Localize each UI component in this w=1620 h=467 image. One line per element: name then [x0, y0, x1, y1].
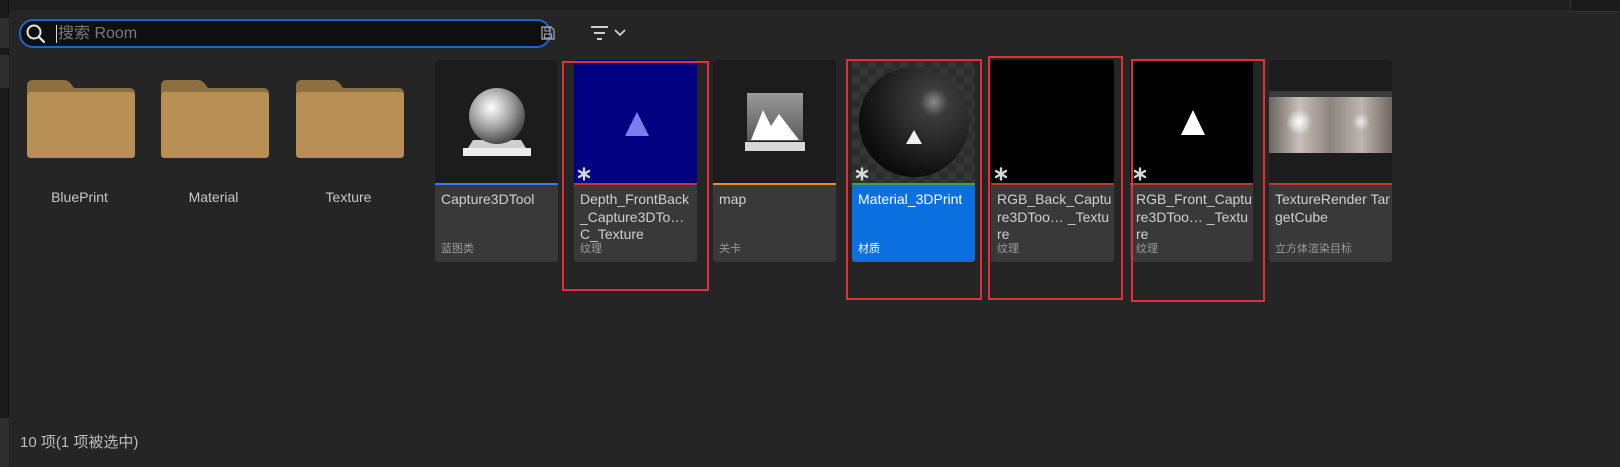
asset-type-bar — [713, 183, 836, 185]
asset-type-bar — [435, 183, 558, 185]
status-item-count: 10 项(1 项被选中) — [20, 434, 139, 451]
asset-type-bar — [991, 183, 1114, 185]
asset-type: 材质 — [858, 243, 880, 255]
asset-type: 纹理 — [1136, 243, 1158, 255]
folder-label: BluePrint — [51, 189, 108, 205]
asset-tile-rgb-front-texture[interactable]: RGB_Front_Capture3DToo… _Texture 纹理 — [1130, 60, 1253, 262]
folder-icon — [296, 80, 404, 158]
asset-type: 纹理 — [580, 243, 602, 255]
triangle-icon — [625, 112, 649, 136]
folder-icon — [161, 80, 269, 158]
left-strip-segment — [0, 55, 9, 88]
search-icon — [25, 23, 47, 45]
modified-star-icon — [1133, 167, 1147, 181]
left-edge-strip — [0, 0, 9, 467]
asset-tile-capture3dtool[interactable]: Capture3DTool 蓝图类 — [435, 60, 558, 262]
asset-tile-depth-texture[interactable]: Depth_FrontBack_Capture3DTo… C_Texture 纹… — [574, 60, 697, 262]
asset-name: RGB_Front_Capture3DToo… _Texture — [1136, 191, 1252, 242]
asset-type-bar — [574, 183, 697, 185]
filter-icon — [591, 26, 608, 40]
triangle-icon — [1181, 110, 1205, 135]
asset-tile-rgb-back-texture[interactable]: RGB_Back_Capture3DToo… _Texture 纹理 — [991, 60, 1114, 262]
asset-name: Depth_FrontBack_Capture3DTo… C_Texture — [580, 191, 689, 242]
blueprint-sphere-icon — [463, 88, 531, 156]
top-border — [9, 0, 1620, 10]
asset-thumbnail — [1269, 60, 1392, 183]
folder-label: Material — [188, 189, 239, 205]
map-level-icon — [745, 93, 805, 151]
asset-type-bar — [1269, 183, 1392, 185]
asset-type: 立方体渲染目标 — [1275, 243, 1352, 255]
asset-name: Capture3DTool — [441, 191, 535, 207]
material-sphere-icon — [852, 60, 975, 183]
asset-thumbnail — [435, 60, 558, 183]
modified-star-icon — [994, 167, 1008, 181]
asset-type: 蓝图类 — [441, 243, 474, 255]
asset-thumbnail — [852, 60, 975, 183]
search-input[interactable] — [56, 24, 526, 43]
asset-tile-material-3dprint[interactable]: Material_3DPrint 材质 — [852, 60, 975, 262]
folder-label: Texture — [325, 189, 372, 205]
folder-icon — [27, 80, 135, 158]
asset-type: 关卡 — [719, 243, 741, 255]
save-icon — [541, 26, 555, 40]
modified-star-icon — [855, 167, 869, 181]
asset-tile-texture-render-target-cube[interactable]: TextureRender TargetCube 立方体渲染目标 — [1269, 60, 1392, 262]
cube-panorama-icon — [1269, 91, 1392, 153]
left-strip-segment — [0, 18, 9, 48]
asset-thumbnail — [574, 60, 697, 183]
asset-thumbnail — [1130, 60, 1253, 183]
asset-type-bar — [1130, 183, 1253, 185]
asset-name: Material_3DPrint — [858, 191, 963, 207]
filter-button[interactable] — [590, 22, 627, 44]
chevron-down-icon — [614, 29, 626, 37]
asset-thumbnail — [713, 60, 836, 183]
asset-name: map — [719, 191, 747, 207]
left-strip-segment — [0, 418, 9, 467]
asset-thumbnail — [991, 60, 1114, 183]
asset-type: 纹理 — [997, 243, 1019, 255]
modified-star-icon — [577, 167, 591, 181]
search-box[interactable] — [19, 19, 551, 48]
top-right-corner — [1570, 0, 1620, 12]
asset-tile-map[interactable]: map 关卡 — [713, 60, 836, 262]
asset-name: RGB_Back_Capture3DToo… _Texture — [997, 191, 1112, 242]
asset-type-bar — [852, 183, 975, 185]
asset-name: TextureRender TargetCube — [1275, 191, 1390, 225]
save-search-button[interactable] — [540, 22, 556, 44]
